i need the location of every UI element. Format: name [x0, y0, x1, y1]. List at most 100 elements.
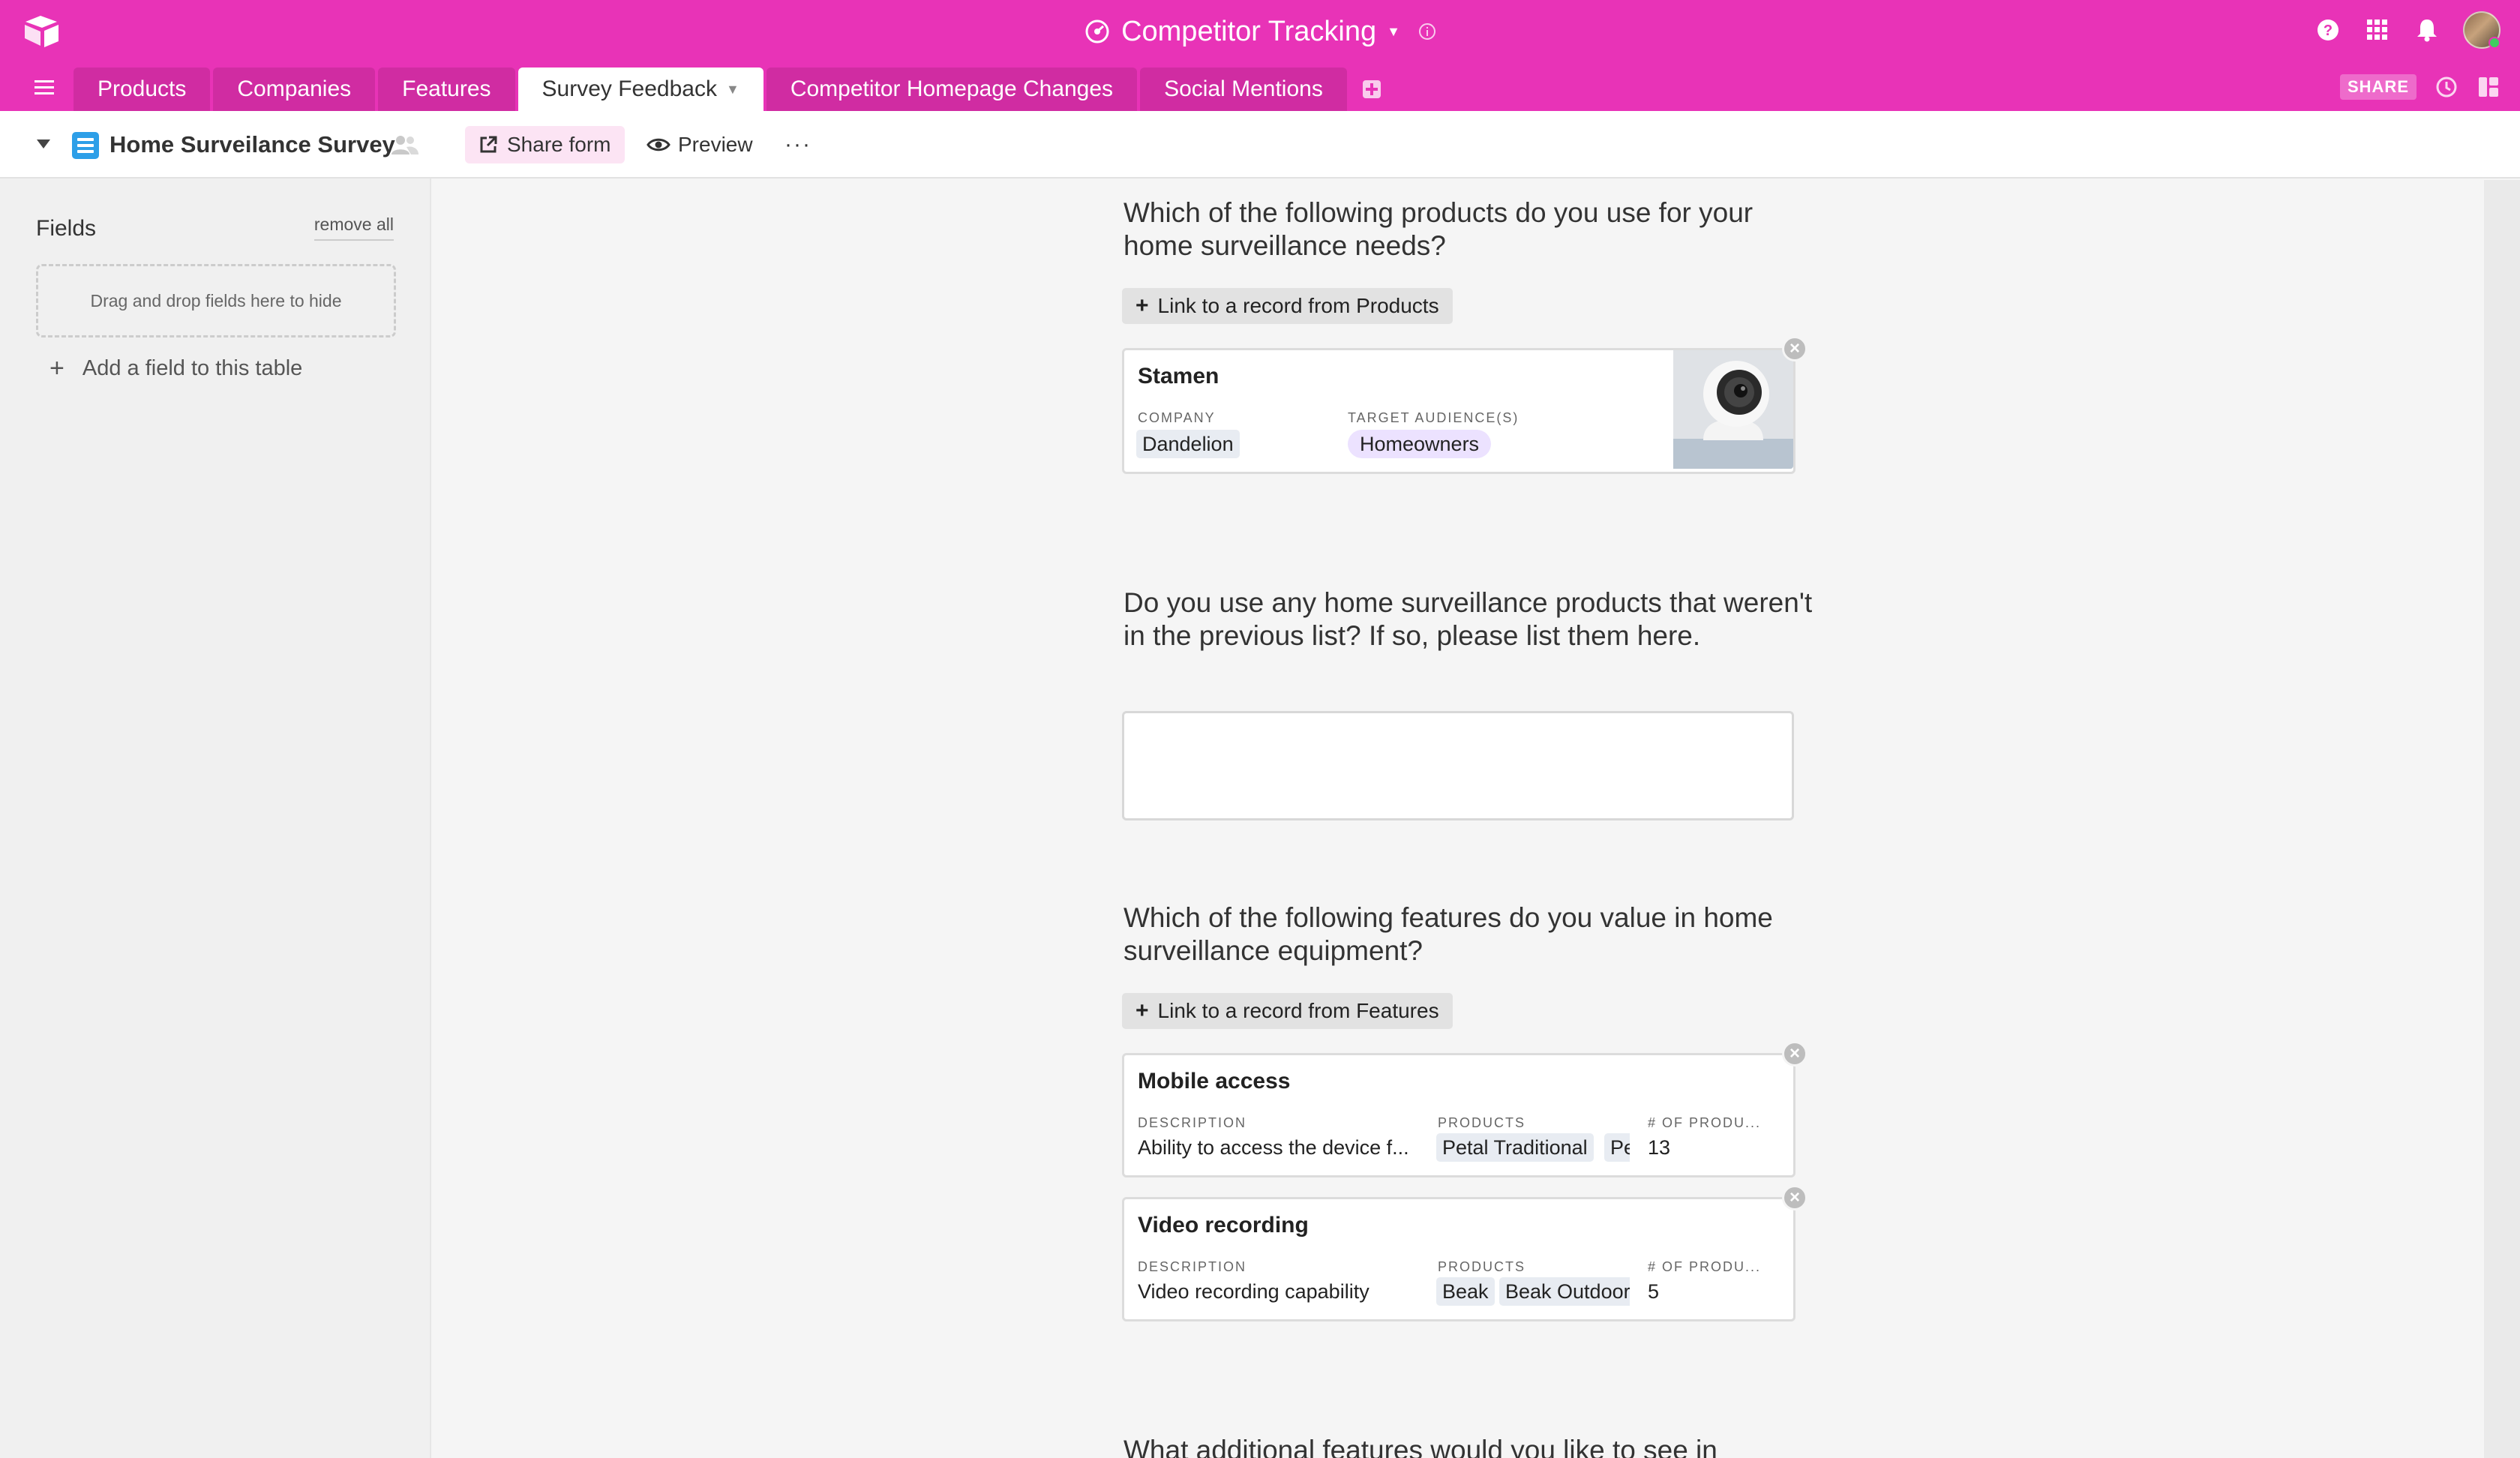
tab-social-mentions[interactable]: Social Mentions	[1140, 68, 1347, 111]
product-chip: Beak Outdoor	[1499, 1277, 1630, 1306]
close-icon: ×	[1789, 338, 1800, 358]
product-chip: Beak	[1436, 1277, 1495, 1306]
view-bar: Home Surveilance Survey Share form Previ…	[0, 111, 2520, 178]
linked-record-card[interactable]: Stamen COMPANY Dandelion TARGET AUDIENCE…	[1122, 348, 1796, 474]
info-icon[interactable]	[1418, 22, 1436, 40]
share-form-label: Share form	[507, 133, 611, 156]
tab-label: Products	[98, 76, 187, 101]
share-form-button[interactable]: Share form	[465, 126, 625, 164]
blocks-icon[interactable]	[2476, 75, 2500, 99]
field-label: COMPANY	[1138, 410, 1216, 425]
history-icon[interactable]	[2434, 75, 2458, 99]
field-label: # OF PRODU...	[1648, 1259, 1762, 1274]
bell-icon[interactable]	[2414, 16, 2440, 44]
form-view-icon	[72, 132, 99, 159]
field-label: PRODUCTS	[1438, 1259, 1526, 1274]
online-status-dot	[2488, 37, 2500, 49]
dropzone-text: Drag and drop fields here to hide	[90, 290, 342, 310]
top-bar: Competitor Tracking ▼ ? Products Compani…	[0, 0, 2520, 111]
plus-icon: +	[1136, 998, 1149, 1023]
linked-record-card[interactable]: Mobile access DESCRIPTION Ability to acc…	[1122, 1053, 1796, 1178]
product-chip: Pe	[1604, 1133, 1630, 1162]
share-and-history: SHARE	[2339, 72, 2500, 102]
tab-label: Social Mentions	[1164, 76, 1323, 101]
product-chip: Petal Traditional	[1436, 1133, 1594, 1162]
security-camera-icon	[1673, 350, 1793, 469]
field-label: DESCRIPTION	[1138, 1259, 1247, 1274]
hidden-fields-sidebar: Fields remove all Drag and drop fields h…	[0, 178, 431, 1458]
plus-icon: +	[1136, 293, 1149, 318]
preview-label: Preview	[678, 133, 753, 156]
add-table-button[interactable]	[1350, 68, 1394, 111]
help-icon[interactable]: ?	[2314, 16, 2342, 44]
close-icon: ×	[1789, 1187, 1800, 1208]
field-label: # OF PRODU...	[1648, 1115, 1762, 1130]
more-dots-icon: ···	[784, 132, 812, 157]
linked-record-card[interactable]: Video recording DESCRIPTION Video record…	[1122, 1197, 1796, 1322]
top-right-icons: ?	[2314, 11, 2500, 49]
description-value: Ability to access the device f...	[1138, 1136, 1409, 1159]
question-products-used[interactable]: Which of the following products do you u…	[1124, 196, 1814, 262]
base-title[interactable]: Competitor Tracking ▼	[0, 10, 2520, 52]
right-gutter	[2484, 180, 2520, 1458]
description-value: Video recording capability	[1138, 1280, 1370, 1303]
remove-record-button[interactable]: ×	[1782, 336, 1808, 362]
count-value: 13	[1648, 1136, 1671, 1159]
tab-companies[interactable]: Companies	[213, 68, 376, 111]
link-record-label: Link to a record from Products	[1157, 294, 1439, 317]
tab-label: Companies	[237, 76, 352, 101]
add-field-button[interactable]: + Add a field to this table	[50, 354, 302, 383]
gauge-icon	[1085, 20, 1109, 44]
question-additional-features[interactable]: What additional features would you like …	[1124, 1434, 1814, 1458]
share-button[interactable]: SHARE	[2339, 74, 2416, 100]
remove-record-button[interactable]: ×	[1782, 1041, 1808, 1066]
chevron-down-icon[interactable]: ▼	[1387, 10, 1400, 52]
tab-features[interactable]: Features	[378, 68, 515, 111]
fields-heading: Fields	[36, 216, 97, 241]
user-avatar[interactable]	[2463, 11, 2500, 49]
plus-icon: +	[50, 354, 64, 382]
other-products-input[interactable]	[1122, 711, 1794, 820]
product-thumbnail-image	[1673, 350, 1793, 469]
apps-grid-icon[interactable]	[2364, 16, 2391, 44]
hidden-fields-dropzone[interactable]: Drag and drop fields here to hide	[36, 264, 396, 338]
view-name[interactable]: Home Surveilance Survey	[110, 129, 395, 160]
remove-record-button[interactable]: ×	[1782, 1185, 1808, 1210]
external-link-icon	[480, 136, 497, 153]
link-record-features-button[interactable]: + Link to a record from Features	[1122, 993, 1453, 1029]
field-label: DESCRIPTION	[1138, 1115, 1247, 1130]
company-chip: Dandelion	[1136, 430, 1240, 458]
link-record-label: Link to a record from Features	[1157, 999, 1439, 1022]
close-icon: ×	[1789, 1043, 1800, 1064]
svg-text:?: ?	[2324, 22, 2332, 39]
tab-label: Competitor Homepage Changes	[790, 76, 1114, 101]
tab-competitor-homepage-changes[interactable]: Competitor Homepage Changes	[766, 68, 1138, 111]
products-chips: Petal Traditional Pe	[1436, 1133, 1630, 1165]
link-record-products-button[interactable]: + Link to a record from Products	[1122, 288, 1453, 324]
eye-icon	[646, 138, 670, 152]
preview-button[interactable]: Preview	[646, 126, 753, 164]
chevron-down-icon[interactable]: ▼	[726, 68, 740, 111]
base-title-text: Competitor Tracking	[1121, 16, 1377, 47]
more-options-button[interactable]: ···	[784, 126, 812, 164]
question-other-products[interactable]: Do you use any home surveillance product…	[1124, 586, 1814, 652]
tab-label: Survey Feedback	[542, 76, 717, 101]
view-switcher-caret-icon[interactable]	[34, 136, 52, 152]
field-label: PRODUCTS	[1438, 1115, 1526, 1130]
plus-square-icon	[1362, 80, 1381, 98]
products-chips: Beak Beak Outdoor	[1436, 1277, 1630, 1309]
hamburger-menu-icon[interactable]	[32, 75, 57, 100]
tab-products[interactable]: Products	[74, 68, 211, 111]
question-valued-features[interactable]: Which of the following features do you v…	[1124, 902, 1814, 968]
tab-label: Features	[402, 76, 491, 101]
add-field-label: Add a field to this table	[82, 356, 303, 380]
field-label: TARGET AUDIENCE(S)	[1348, 410, 1520, 425]
record-title: Video recording	[1138, 1213, 1309, 1238]
table-tabs: Products Companies Features Survey Feedb…	[74, 68, 1394, 111]
table-tab-row: Products Companies Features Survey Feedb…	[0, 63, 2520, 111]
count-value: 5	[1648, 1280, 1660, 1303]
tab-survey-feedback[interactable]: Survey Feedback ▼	[518, 68, 764, 111]
audience-chip: Homeowners	[1348, 430, 1492, 458]
collaborators-icon[interactable]	[390, 134, 420, 156]
remove-all-button[interactable]: remove all	[314, 214, 394, 241]
